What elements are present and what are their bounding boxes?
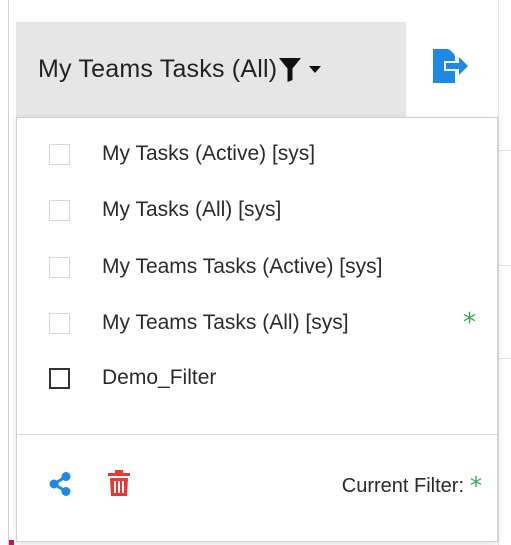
filter-option-label: Demo_Filter <box>102 366 217 389</box>
filter-option[interactable]: My Teams Tasks (Active) [sys] <box>17 239 497 295</box>
filter-option[interactable]: My Tasks (Active) [sys] <box>17 126 497 182</box>
trash-icon <box>108 470 130 500</box>
filter-option-checkbox[interactable] <box>49 367 70 389</box>
filter-option-checkbox[interactable] <box>49 312 70 334</box>
current-filter-marker-icon: * <box>470 472 482 500</box>
filter-option-label: My Teams Tasks (Active) [sys] <box>102 255 383 278</box>
current-filter-indicator: Current Filter: * <box>297 472 482 500</box>
dropdown-divider <box>17 434 497 435</box>
export-button[interactable] <box>428 48 472 88</box>
filter-option-current[interactable]: My Teams Tasks (All) [sys] * <box>17 295 497 351</box>
filter-dropdown-button[interactable]: My Teams Tasks (All) <box>16 22 406 117</box>
filter-option-label: My Tasks (All) [sys] <box>102 198 282 221</box>
background-border-right <box>498 0 499 545</box>
filter-option-checkbox[interactable] <box>49 256 70 278</box>
filter-option-label: My Tasks (Active) [sys] <box>102 142 316 165</box>
filter-dropdown-menu: My Tasks (Active) [sys] My Tasks (All) [… <box>16 117 498 542</box>
filter-option-checkbox[interactable] <box>49 199 70 221</box>
caret-down-icon <box>309 65 322 74</box>
funnel-icon <box>279 57 302 82</box>
share-filter-button[interactable] <box>49 472 71 496</box>
filter-option-checkbox[interactable] <box>49 143 70 165</box>
background-row-line <box>499 358 511 359</box>
background-row-marker <box>9 540 14 545</box>
filter-option[interactable]: Demo_Filter <box>17 350 497 406</box>
current-filter-label: Current Filter: <box>341 474 464 497</box>
export-icon <box>431 48 469 88</box>
background-row-line <box>499 150 511 151</box>
background-border-left <box>8 0 9 545</box>
filter-option-label: My Teams Tasks (All) [sys] <box>102 311 349 334</box>
filter-option[interactable]: My Tasks (All) [sys] <box>17 182 497 238</box>
filter-button-label: My Teams Tasks (All) <box>38 55 278 83</box>
current-filter-marker-icon: * <box>463 308 476 338</box>
page: My Teams Tasks (All) My Tasks (Active) [… <box>0 0 511 545</box>
share-icon <box>49 472 71 500</box>
delete-filter-button[interactable] <box>108 470 130 496</box>
background-row-line <box>499 265 511 266</box>
